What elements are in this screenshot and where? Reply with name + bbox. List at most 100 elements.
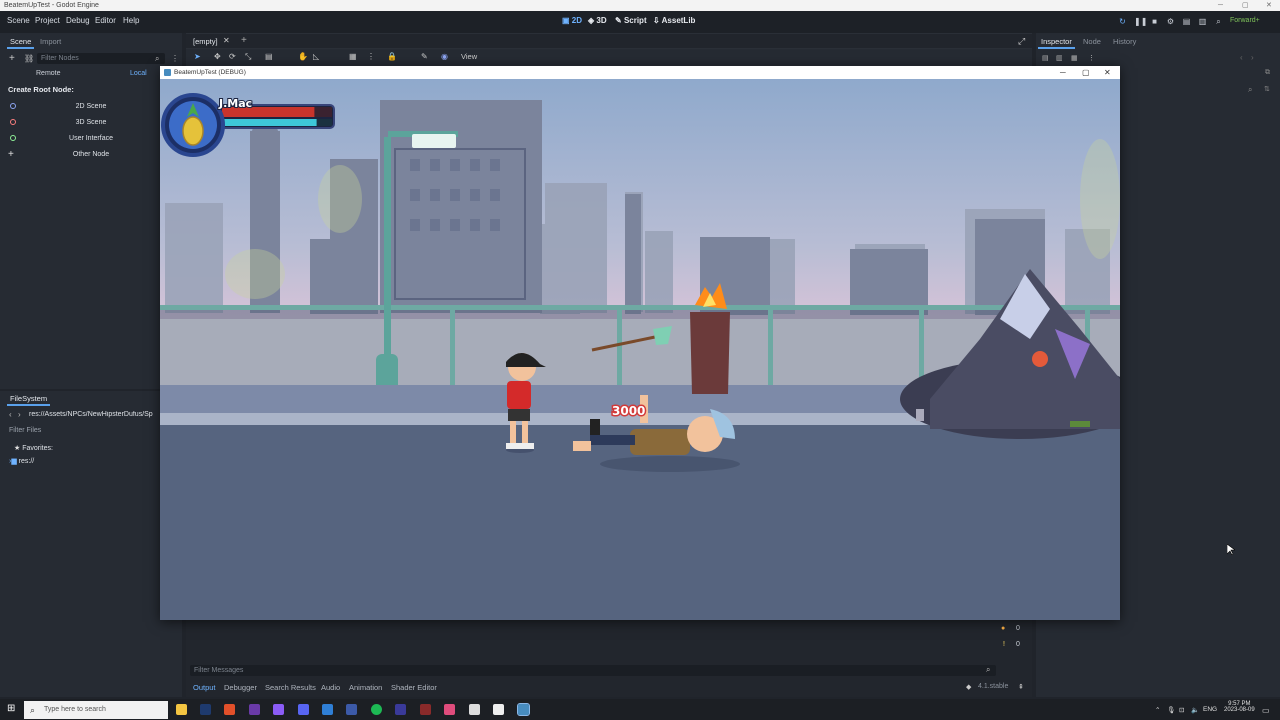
- create-3d-scene-button[interactable]: 3D Scene: [5, 116, 177, 129]
- menu-scene[interactable]: Scene: [7, 16, 30, 25]
- res-folder-item[interactable]: ›▆ res://: [9, 457, 34, 465]
- maximize-button[interactable]: ▢: [1242, 0, 1249, 11]
- create-other-node-button[interactable]: + Other Node: [5, 148, 177, 161]
- filter-files-input[interactable]: Filter Files: [9, 427, 41, 434]
- app-icon[interactable]: [395, 704, 406, 715]
- taskbar-search-box[interactable]: ⌕ Type here to search: [24, 701, 168, 719]
- back-icon[interactable]: ‹: [9, 410, 12, 419]
- movie-icon[interactable]: ▤: [1182, 17, 1191, 26]
- search-help-icon[interactable]: ⌕: [1214, 17, 1223, 26]
- app-icon[interactable]: [322, 704, 333, 715]
- renderer-selector[interactable]: Forward+: [1230, 17, 1260, 24]
- rotate-tool-icon[interactable]: ⟳: [229, 52, 236, 61]
- bone-icon[interactable]: ✎: [421, 52, 428, 61]
- spotify-icon[interactable]: [371, 704, 382, 715]
- minimize-button[interactable]: ─: [1218, 0, 1223, 11]
- app-icon[interactable]: [493, 704, 504, 715]
- pan-tool-icon[interactable]: ✋: [298, 52, 308, 61]
- tab-output[interactable]: Output: [193, 683, 216, 692]
- filesystem-path[interactable]: res://Assets/NPCs/NewHipsterDufus/Sp: [29, 411, 159, 418]
- open-resource-icon[interactable]: ▥: [1056, 54, 1063, 62]
- scene-tab-empty[interactable]: [empty]: [193, 37, 218, 46]
- local-toggle[interactable]: Local: [130, 70, 147, 77]
- ruler-tool-icon[interactable]: ◺: [313, 52, 319, 61]
- close-window-button[interactable]: ✕: [1266, 0, 1272, 11]
- microphone-icon[interactable]: 🎙: [1167, 706, 1175, 714]
- tray-chevron-icon[interactable]: ⌃: [1155, 706, 1160, 714]
- forward-icon[interactable]: ›: [18, 410, 21, 419]
- grid-snap-icon[interactable]: ▦: [349, 52, 357, 61]
- brave-icon[interactable]: [224, 704, 235, 715]
- network-icon[interactable]: ⊡: [1179, 706, 1184, 714]
- app-icon[interactable]: [249, 704, 260, 715]
- workspace-3d[interactable]: ◈ 3D: [588, 16, 607, 25]
- camera-icon[interactable]: ◉: [441, 52, 448, 61]
- game-debug-window[interactable]: BeatemUpTest (DEBUG) ─ ▢ ✕ 3000 J.Mac: [160, 66, 1120, 620]
- create-ui-button[interactable]: User Interface: [5, 132, 177, 145]
- tab-debugger[interactable]: Debugger: [224, 683, 257, 692]
- run-remote-icon[interactable]: ⚙: [1166, 17, 1175, 26]
- workspace-script[interactable]: ✎ Script: [615, 16, 647, 25]
- more-options-icon[interactable]: ⋮: [367, 52, 375, 61]
- stop-icon[interactable]: ■: [1150, 17, 1159, 26]
- game-minimize-button[interactable]: ─: [1060, 66, 1066, 79]
- discord-icon[interactable]: [298, 704, 309, 715]
- filter-nodes-input[interactable]: Filter Nodes: [37, 53, 165, 64]
- tab-history[interactable]: History: [1113, 37, 1136, 46]
- tab-audio[interactable]: Audio: [321, 683, 340, 692]
- app-icon[interactable]: [469, 704, 480, 715]
- app-icon[interactable]: [444, 704, 455, 715]
- tab-search-results[interactable]: Search Results: [265, 683, 316, 692]
- tab-node[interactable]: Node: [1083, 37, 1101, 46]
- list-tool-icon[interactable]: ▤: [265, 52, 273, 61]
- tab-filesystem[interactable]: FileSystem: [6, 394, 51, 406]
- game-close-button[interactable]: ✕: [1104, 66, 1111, 79]
- create-2d-scene-button[interactable]: 2D Scene: [5, 100, 177, 113]
- inspector-search-icon[interactable]: ⌕: [1248, 85, 1252, 95]
- pause-icon[interactable]: ❚❚: [1134, 17, 1147, 26]
- windows-start-icon[interactable]: ⊞: [7, 703, 15, 714]
- menu-project[interactable]: Project: [35, 16, 60, 25]
- tab-import[interactable]: Import: [40, 37, 61, 46]
- tab-shader-editor[interactable]: Shader Editor: [391, 683, 437, 692]
- tab-inspector[interactable]: Inspector: [1038, 37, 1075, 49]
- game-maximize-button[interactable]: ▢: [1082, 66, 1090, 79]
- lock-icon[interactable]: 🔒: [387, 52, 397, 61]
- tab-animation[interactable]: Animation: [349, 683, 382, 692]
- favorites-item[interactable]: ★ Favorites:: [14, 444, 53, 452]
- inspector-menu-icon[interactable]: ⋮: [1088, 54, 1095, 62]
- remote-deploy-icon[interactable]: ↻: [1118, 17, 1127, 26]
- distraction-free-icon[interactable]: ⤢: [1018, 36, 1025, 47]
- close-tab-icon[interactable]: ✕: [223, 36, 230, 45]
- move-tool-icon[interactable]: ✥: [214, 52, 221, 61]
- clock[interactable]: 9:57 PM 2023-08-09: [1224, 701, 1255, 713]
- workspace-2d[interactable]: ▣ 2D: [562, 16, 582, 25]
- select-tool-icon[interactable]: ➤: [194, 52, 201, 61]
- remote-toggle[interactable]: Remote: [36, 70, 61, 77]
- update-spinner-icon[interactable]: ◆: [966, 683, 971, 691]
- pin-panel-icon[interactable]: ⇞: [1018, 683, 1024, 691]
- menu-editor[interactable]: Editor: [95, 16, 116, 25]
- language-indicator[interactable]: ENG: [1203, 706, 1217, 713]
- notifications-icon[interactable]: ▭: [1262, 706, 1270, 715]
- scale-tool-icon[interactable]: ⤡: [245, 52, 251, 62]
- add-tab-icon[interactable]: +: [241, 35, 247, 46]
- menu-help[interactable]: Help: [123, 16, 139, 25]
- save-resource-icon[interactable]: ▦: [1071, 54, 1078, 62]
- object-menu-icon[interactable]: ⧉: [1265, 69, 1270, 77]
- link-icon[interactable]: ⛓: [24, 54, 34, 63]
- volume-icon[interactable]: 🔈: [1191, 706, 1199, 714]
- photoshop-icon[interactable]: [200, 704, 211, 715]
- game-canvas[interactable]: 3000 J.Mac: [160, 79, 1120, 620]
- godot-taskbar-icon[interactable]: [517, 703, 530, 716]
- view-menu[interactable]: View: [461, 52, 477, 61]
- file-explorer-icon[interactable]: [176, 704, 187, 715]
- app-icon[interactable]: [346, 704, 357, 715]
- menu-debug[interactable]: Debug: [66, 16, 90, 25]
- menu-dots-icon[interactable]: ⋮: [171, 54, 179, 63]
- tab-scene[interactable]: Scene: [6, 37, 35, 49]
- add-node-icon[interactable]: +: [9, 53, 15, 64]
- app-icon[interactable]: [273, 704, 284, 715]
- history-forward-icon[interactable]: ›: [1251, 53, 1254, 62]
- history-back-icon[interactable]: ‹: [1240, 53, 1243, 62]
